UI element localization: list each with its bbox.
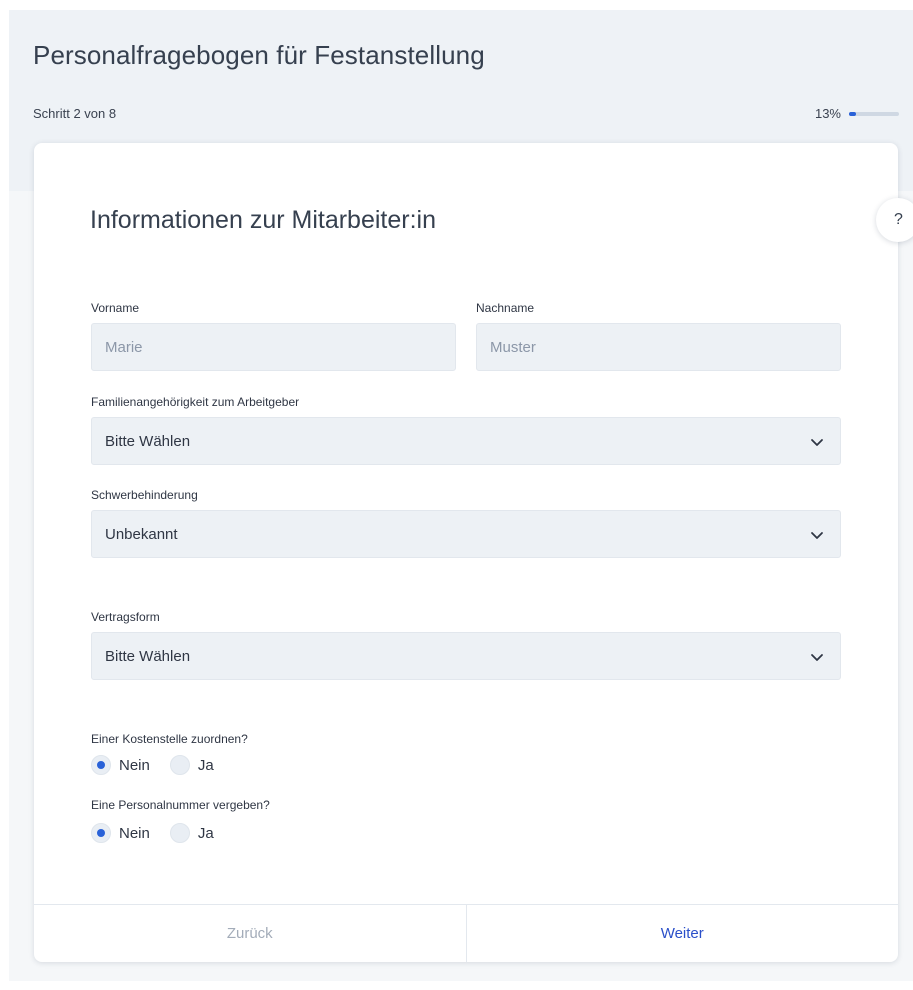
chevron-down-icon: [811, 654, 823, 661]
page-title: Personalfragebogen für Festanstellung: [33, 40, 485, 70]
personnel-number-option-nein[interactable]: Nein: [91, 823, 150, 843]
cost-center-option-ja[interactable]: Ja: [169, 755, 214, 775]
back-button[interactable]: Zurück: [34, 905, 467, 962]
contract-type-value: Bitte Wählen: [105, 647, 191, 665]
progress-bar-fill: [849, 111, 856, 116]
personnel-number-option-ja[interactable]: Ja: [169, 823, 214, 843]
progress-percent: 13%: [814, 106, 841, 121]
help-button[interactable]: ?: [876, 198, 913, 242]
family-relation-label: Familienangehörigkeit zum Arbeitgeber: [91, 395, 300, 409]
cost-center-question: Einer Kostenstelle zuordnen?: [91, 732, 248, 746]
section-title: Informationen zur Mitarbeiter:in: [90, 206, 436, 234]
firstname-label: Vorname: [91, 301, 140, 315]
chevron-down-icon: [811, 532, 823, 539]
personnel-number-question: Eine Personalnummer vergeben?: [91, 798, 270, 812]
progress: 13%: [815, 106, 899, 121]
form-card: Informationen zur Mitarbeiter:in Vorname…: [34, 143, 898, 962]
page: Personalfragebogen für Festanstellung Sc…: [0, 0, 913, 990]
radio-label: Ja: [197, 824, 214, 842]
firstname-input[interactable]: [91, 323, 456, 371]
chevron-down-icon: [811, 439, 823, 446]
contract-type-label: Vertragsform: [91, 610, 160, 624]
personnel-number-radio-group: Nein Ja: [91, 823, 234, 843]
next-button[interactable]: Weiter: [467, 905, 899, 962]
card-footer: Zurück Weiter: [34, 904, 898, 962]
progress-bar: [849, 111, 899, 116]
radio-checked[interactable]: [91, 823, 111, 843]
lastname-label: Nachname: [476, 301, 535, 315]
radio-checked[interactable]: [91, 755, 111, 775]
disability-select[interactable]: Unbekannt: [91, 510, 841, 558]
cost-center-radio-group: Nein Ja: [91, 755, 234, 775]
family-relation-value: Bitte Wählen: [105, 432, 191, 450]
radio-label: Nein: [119, 824, 150, 842]
lastname-input[interactable]: [476, 323, 841, 371]
radio-label: Ja: [197, 756, 214, 774]
radio-unchecked[interactable]: [169, 823, 190, 843]
cost-center-option-nein[interactable]: Nein: [91, 755, 150, 775]
radio-label: Nein: [119, 756, 150, 774]
family-relation-select[interactable]: Bitte Wählen: [91, 417, 841, 465]
contract-type-select[interactable]: Bitte Wählen: [91, 632, 841, 680]
disability-value: Unbekannt: [105, 525, 178, 543]
radio-unchecked[interactable]: [169, 755, 190, 775]
step-indicator: Schritt 2 von 8: [33, 106, 117, 121]
disability-label: Schwerbehinderung: [91, 488, 198, 502]
